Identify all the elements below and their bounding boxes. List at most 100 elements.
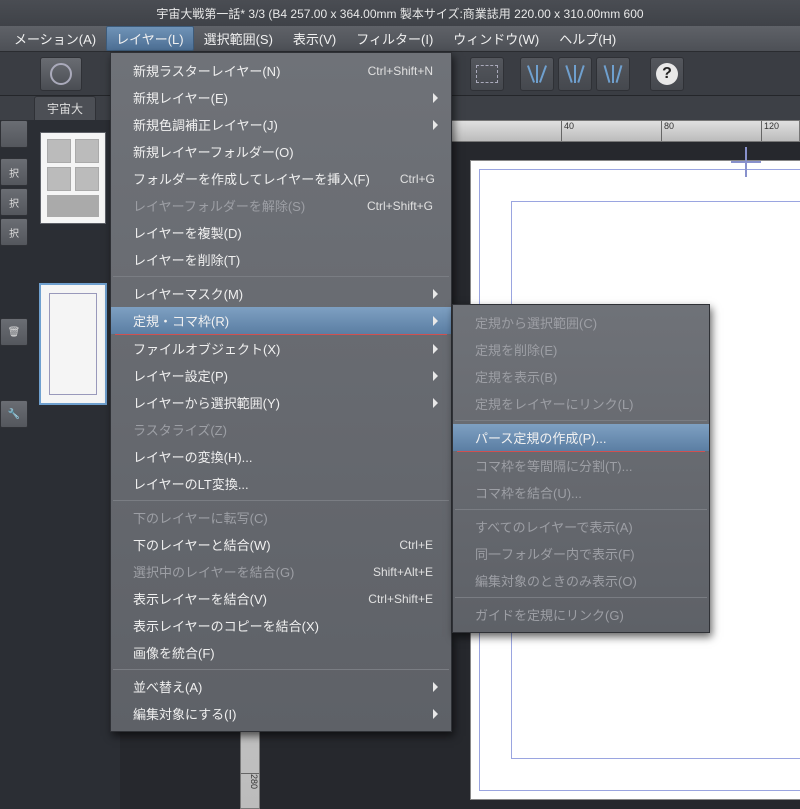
menu-item-label: レイヤーのLT変換... xyxy=(133,474,249,493)
menu-item: コマ枠を結合(U)... xyxy=(453,479,709,506)
menu-item: 編集対象のときのみ表示(O) xyxy=(453,567,709,594)
menu-separator xyxy=(113,276,449,277)
menu-item[interactable]: 下のレイヤーと結合(W)Ctrl+E xyxy=(111,531,451,558)
menu-item: 下のレイヤーに転写(C) xyxy=(111,504,451,531)
perspective-icon xyxy=(602,63,624,85)
menu-item-label: 選択中のレイヤーを結合(G) xyxy=(133,562,294,581)
menu-item[interactable]: レイヤーのLT変換... xyxy=(111,470,451,497)
menu-item: 定規から選択範囲(C) xyxy=(453,309,709,336)
menu-item: すべてのレイヤーで表示(A) xyxy=(453,513,709,540)
menu-item-label: 下のレイヤーに転写(C) xyxy=(133,508,268,527)
menu-item-label: レイヤーフォルダーを解除(S) xyxy=(133,196,305,215)
menu-item-label: 表示レイヤーのコピーを結合(X) xyxy=(133,616,319,635)
menu-item-label: 表示レイヤーを結合(V) xyxy=(133,589,267,608)
menu-item-label: 新規レイヤーフォルダー(O) xyxy=(133,142,294,161)
menu-item-shortcut: Ctrl+Shift+N xyxy=(338,64,433,78)
ruler-tick: 120 xyxy=(761,121,779,141)
menu-item-label: レイヤー設定(P) xyxy=(133,366,228,385)
menu-selection[interactable]: 選択範囲(S) xyxy=(194,26,283,51)
menu-item-label: レイヤーを削除(T) xyxy=(133,250,240,269)
menu-item[interactable]: レイヤーマスク(M) xyxy=(111,280,451,307)
marquee-icon xyxy=(476,65,498,83)
menu-item-label: 編集対象にする(I) xyxy=(133,704,236,723)
menu-item-label: ラスタライズ(Z) xyxy=(133,420,227,439)
perspective-icon xyxy=(526,63,548,85)
menu-item: 定規を表示(B) xyxy=(453,363,709,390)
title-bar: 宇宙大戦第一話* 3/3 (B4 257.00 x 364.00mm 製本サイズ… xyxy=(0,0,800,26)
menu-item-label: 定規をレイヤーにリンク(L) xyxy=(475,394,634,413)
menu-item[interactable]: パース定規の作成(P)... xyxy=(453,424,709,451)
menu-item[interactable]: レイヤーから選択範囲(Y) xyxy=(111,389,451,416)
menu-item-label: コマ枠を結合(U)... xyxy=(475,483,582,502)
menu-item: ラスタライズ(Z) xyxy=(111,416,451,443)
menu-item-label: ファイルオブジェクト(X) xyxy=(133,339,280,358)
menu-separator xyxy=(455,509,707,510)
menu-item-label: 編集対象のときのみ表示(O) xyxy=(475,571,637,590)
menu-item[interactable]: 新規色調補正レイヤー(J) xyxy=(111,111,451,138)
menu-item: 同一フォルダー内で表示(F) xyxy=(453,540,709,567)
tool-button-1[interactable] xyxy=(0,120,28,148)
trash-button[interactable]: 🗑 xyxy=(0,318,28,346)
perspective-tool-2[interactable] xyxy=(558,57,592,91)
perspective-tool-3[interactable] xyxy=(596,57,630,91)
menu-item-label: 新規ラスターレイヤー(N) xyxy=(133,61,280,80)
menu-item-label: 同一フォルダー内で表示(F) xyxy=(475,544,635,563)
menu-item-shortcut: Ctrl+Shift+E xyxy=(338,592,433,606)
menu-item[interactable]: 表示レイヤーのコピーを結合(X) xyxy=(111,612,451,639)
gradient-tool-button[interactable] xyxy=(40,57,82,91)
perspective-tool-1[interactable] xyxy=(520,57,554,91)
menu-item: ガイドを定規にリンク(G) xyxy=(453,601,709,628)
trash-icon: 🗑 xyxy=(8,327,21,338)
menu-item-label: 画像を統合(F) xyxy=(133,643,215,662)
menu-item-label: 定規から選択範囲(C) xyxy=(475,313,597,332)
menu-item-label: レイヤーの変換(H)... xyxy=(133,447,253,466)
menu-item-shortcut: Ctrl+Shift+G xyxy=(337,199,433,213)
menu-item[interactable]: 定規・コマ枠(R) xyxy=(111,307,451,334)
menu-item: 定規をレイヤーにリンク(L) xyxy=(453,390,709,417)
menu-bar: メーション(A) レイヤー(L) 選択範囲(S) 表示(V) フィルター(I) … xyxy=(0,26,800,52)
select-tool-1[interactable]: 択 xyxy=(0,158,28,186)
wrench-button[interactable]: 🔧 xyxy=(0,400,28,428)
menu-item-label: 定規・コマ枠(R) xyxy=(133,311,229,330)
menu-item[interactable]: フォルダーを作成してレイヤーを挿入(F)Ctrl+G xyxy=(111,165,451,192)
menu-item[interactable]: レイヤー設定(P) xyxy=(111,362,451,389)
menu-animation[interactable]: メーション(A) xyxy=(4,26,106,51)
menu-window[interactable]: ウィンドウ(W) xyxy=(443,26,549,51)
select-tool-2[interactable]: 択 xyxy=(0,188,28,216)
menu-item-label: 定規を削除(E) xyxy=(475,340,557,359)
menu-item-label: 定規を表示(B) xyxy=(475,367,557,386)
menu-item[interactable]: レイヤーの変換(H)... xyxy=(111,443,451,470)
page-thumbnail-1[interactable] xyxy=(40,132,106,224)
select-tool-3[interactable]: 択 xyxy=(0,218,28,246)
menu-item-label: レイヤーマスク(M) xyxy=(133,284,243,303)
menu-item-label: 新規レイヤー(E) xyxy=(133,88,228,107)
menu-help[interactable]: ヘルプ(H) xyxy=(549,26,626,51)
menu-item[interactable]: 編集対象にする(I) xyxy=(111,700,451,727)
crop-mark xyxy=(731,147,761,177)
menu-item-shortcut: Shift+Alt+E xyxy=(343,565,433,579)
page-thumbnail-2[interactable] xyxy=(40,284,106,404)
help-button[interactable]: ? xyxy=(650,57,684,91)
menu-item-label: すべてのレイヤーで表示(A) xyxy=(475,517,633,536)
menu-view[interactable]: 表示(V) xyxy=(283,26,346,51)
menu-item-label: 下のレイヤーと結合(W) xyxy=(133,535,271,554)
ruler-tick: 80 xyxy=(661,121,674,141)
menu-filter[interactable]: フィルター(I) xyxy=(346,26,443,51)
menu-item[interactable]: レイヤーを削除(T) xyxy=(111,246,451,273)
menu-separator xyxy=(455,420,707,421)
document-tab[interactable]: 宇宙大 xyxy=(34,96,96,120)
menu-item[interactable]: 新規レイヤー(E) xyxy=(111,84,451,111)
menu-item[interactable]: 新規レイヤーフォルダー(O) xyxy=(111,138,451,165)
menu-item[interactable]: 表示レイヤーを結合(V) Ctrl+Shift+E xyxy=(111,585,451,612)
menu-item-label: パース定規の作成(P)... xyxy=(475,428,607,447)
menu-separator xyxy=(113,669,449,670)
menu-item[interactable]: 新規ラスターレイヤー(N) Ctrl+Shift+N xyxy=(111,57,451,84)
menu-item[interactable]: レイヤーを複製(D) xyxy=(111,219,451,246)
menu-item[interactable]: 並べ替え(A) xyxy=(111,673,451,700)
menu-layer[interactable]: レイヤー(L) xyxy=(106,26,194,51)
menu-item[interactable]: 画像を統合(F) xyxy=(111,639,451,666)
menu-item[interactable]: ファイルオブジェクト(X) xyxy=(111,335,451,362)
menu-item-label: 新規色調補正レイヤー(J) xyxy=(133,115,278,134)
menu-item-label: コマ枠を等間隔に分割(T)... xyxy=(475,456,632,475)
marquee-tool-button[interactable] xyxy=(470,57,504,91)
